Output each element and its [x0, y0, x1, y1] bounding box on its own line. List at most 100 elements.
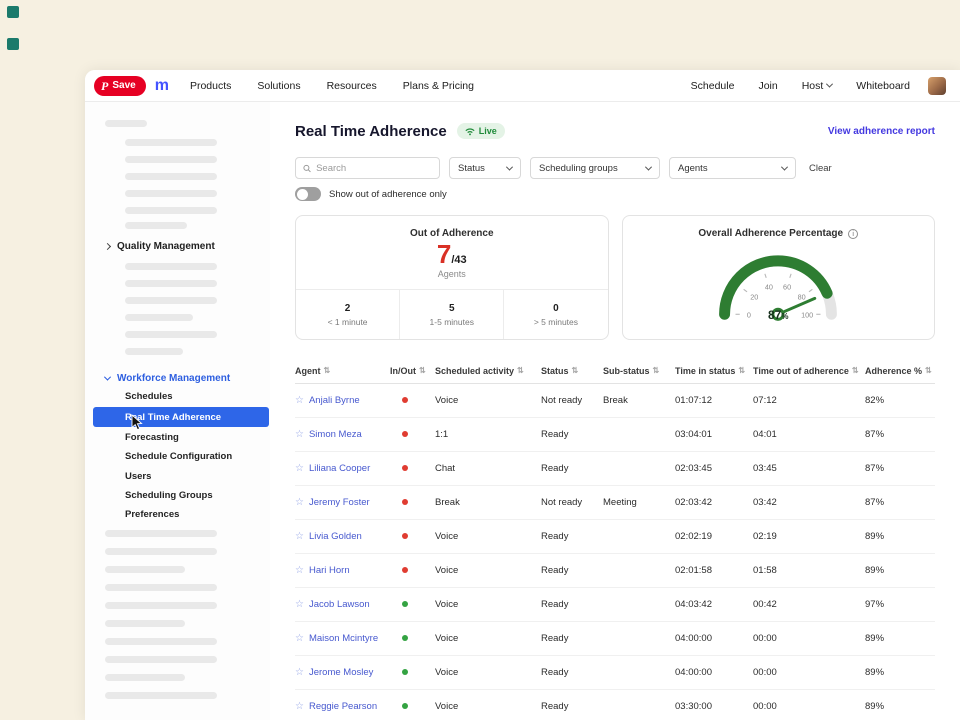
star-icon[interactable]: ☆	[295, 701, 304, 712]
sidebar-item-workforce-management[interactable]: Workforce Management	[105, 373, 230, 384]
activity-cell: Voice	[435, 667, 541, 678]
svg-text:0: 0	[747, 310, 751, 319]
sidebar-item-schedules[interactable]: Schedules	[125, 391, 173, 402]
adherence-cell: 87%	[865, 497, 935, 508]
agent-link[interactable]: Simon Meza	[309, 429, 362, 440]
activity-cell: Voice	[435, 701, 541, 712]
column-header-status[interactable]: Status⇅	[541, 366, 603, 376]
skeleton-bar	[125, 331, 217, 338]
agent-link[interactable]: Anjali Byrne	[309, 395, 360, 406]
star-icon[interactable]: ☆	[295, 531, 304, 542]
time-out-cell: 00:00	[753, 633, 865, 644]
view-adherence-report-link[interactable]: View adherence report	[828, 126, 935, 137]
agent-link[interactable]: Jacob Lawson	[309, 599, 370, 610]
search-box[interactable]	[295, 157, 440, 179]
star-icon[interactable]: ☆	[295, 429, 304, 440]
out-of-adherence-card: Out of Adherence 7/43 Agents 2 < 1 minut…	[295, 215, 609, 340]
skeleton-bar	[125, 348, 183, 355]
star-icon[interactable]: ☆	[295, 599, 304, 610]
nav-link-schedule[interactable]: Schedule	[691, 80, 735, 92]
skeleton-bar	[105, 548, 217, 555]
sort-icon: ⇅	[419, 366, 426, 375]
skeleton-bar	[125, 207, 217, 214]
nav-link-resources[interactable]: Resources	[327, 80, 377, 92]
time-out-cell: 04:01	[753, 429, 865, 440]
column-header-time-out-of-adherence[interactable]: Time out of adherence⇅	[753, 366, 865, 376]
svg-text:20: 20	[751, 293, 759, 302]
chevron-right-icon	[104, 243, 111, 250]
adherence-cell: 89%	[865, 701, 935, 712]
sidebar-item-forecasting[interactable]: Forecasting	[125, 432, 179, 443]
skeleton-bar	[105, 638, 217, 645]
scheduling-groups-dropdown[interactable]: Scheduling groups	[530, 157, 660, 179]
inout-dot	[402, 499, 408, 505]
star-icon[interactable]: ☆	[295, 395, 304, 406]
avatar[interactable]	[928, 77, 946, 95]
status-cell: Ready	[541, 565, 603, 576]
column-header-adherence-pct[interactable]: Adherence %⇅	[865, 366, 935, 376]
skeleton-bar	[125, 139, 217, 146]
nav-link-products[interactable]: Products	[190, 80, 231, 92]
activity-cell: Voice	[435, 565, 541, 576]
time-out-cell: 00:00	[753, 701, 865, 712]
skeleton-bar	[125, 280, 217, 287]
miro-logo[interactable]: m	[155, 77, 168, 95]
table-row: ☆Jerome Mosley Voice Ready 04:00:00 00:0…	[295, 656, 935, 690]
agent-link[interactable]: Liliana Cooper	[309, 463, 370, 474]
agent-link[interactable]: Livia Golden	[309, 531, 362, 542]
nav-link-join[interactable]: Join	[758, 80, 777, 92]
time-in-status-cell: 01:07:12	[675, 395, 753, 406]
agent-link[interactable]: Jerome Mosley	[309, 667, 373, 678]
info-icon[interactable]: i	[848, 229, 858, 239]
star-icon[interactable]: ☆	[295, 463, 304, 474]
table-header: Agent⇅ In/Out⇅ Scheduled activity⇅ Statu…	[295, 358, 935, 384]
agent-link[interactable]: Reggie Pearson	[309, 701, 377, 712]
agents-dropdown[interactable]: Agents	[669, 157, 796, 179]
sidebar-item-quality-management[interactable]: Quality Management	[105, 241, 215, 252]
time-out-cell: 03:42	[753, 497, 865, 508]
star-icon[interactable]: ☆	[295, 565, 304, 576]
search-input[interactable]	[316, 163, 432, 174]
nav-link-whiteboard[interactable]: Whiteboard	[856, 80, 910, 92]
toggle-row: Show out of adherence only	[295, 187, 935, 201]
adherence-toggle[interactable]	[295, 187, 321, 201]
star-icon[interactable]: ☆	[295, 497, 304, 508]
sort-icon: ⇅	[324, 366, 331, 375]
column-header-scheduled-activity[interactable]: Scheduled activity⇅	[435, 366, 541, 376]
gauge-card-title: Overall Adherence Percentage	[698, 228, 843, 239]
adherence-cell: 82%	[865, 395, 935, 406]
star-icon[interactable]: ☆	[295, 667, 304, 678]
agent-link[interactable]: Jeremy Foster	[309, 497, 370, 508]
sidebar-item-scheduling-groups[interactable]: Scheduling Groups	[125, 490, 213, 501]
skeleton-bar	[125, 173, 217, 180]
column-header-inout[interactable]: In/Out⇅	[390, 366, 435, 376]
time-out-cell: 01:58	[753, 565, 865, 576]
status-cell: Not ready	[541, 395, 603, 406]
adherence-cell: 89%	[865, 667, 935, 678]
summary-cards: Out of Adherence 7/43 Agents 2 < 1 minut…	[295, 215, 935, 340]
column-header-time-in-status[interactable]: Time in status⇅	[675, 366, 753, 376]
skeleton-bar	[105, 584, 217, 591]
sidebar-item-schedule-configuration[interactable]: Schedule Configuration	[125, 451, 232, 462]
table-row: ☆Liliana Cooper Chat Ready 02:03:45 03:4…	[295, 452, 935, 486]
pinterest-save-button[interactable]: P Save	[94, 76, 146, 96]
column-header-sub-status[interactable]: Sub-status⇅	[603, 366, 675, 376]
inout-dot	[402, 669, 408, 675]
star-icon[interactable]: ☆	[295, 633, 304, 644]
out-buckets: 2 < 1 minute 5 1-5 minutes 0 > 5 minutes	[296, 289, 608, 339]
nav-link-solutions[interactable]: Solutions	[257, 80, 300, 92]
chevron-down-icon	[781, 163, 788, 170]
nav-link-plans-pricing[interactable]: Plans & Pricing	[403, 80, 474, 92]
sidebar-item-preferences[interactable]: Preferences	[125, 509, 179, 520]
status-dropdown[interactable]: Status	[449, 157, 521, 179]
status-cell: Not ready	[541, 497, 603, 508]
column-header-agent[interactable]: Agent⇅	[295, 366, 390, 376]
agent-link[interactable]: Maison Mcintyre	[309, 633, 378, 644]
sidebar-item-real-time-adherence[interactable]: Real Time Adherence	[93, 407, 269, 427]
decoration-square	[7, 38, 19, 50]
sidebar-item-users[interactable]: Users	[125, 471, 151, 482]
chevron-down-icon	[645, 163, 652, 170]
nav-link-host[interactable]: Host	[802, 80, 833, 92]
agent-link[interactable]: Hari Horn	[309, 565, 350, 576]
clear-filters-link[interactable]: Clear	[809, 163, 832, 174]
